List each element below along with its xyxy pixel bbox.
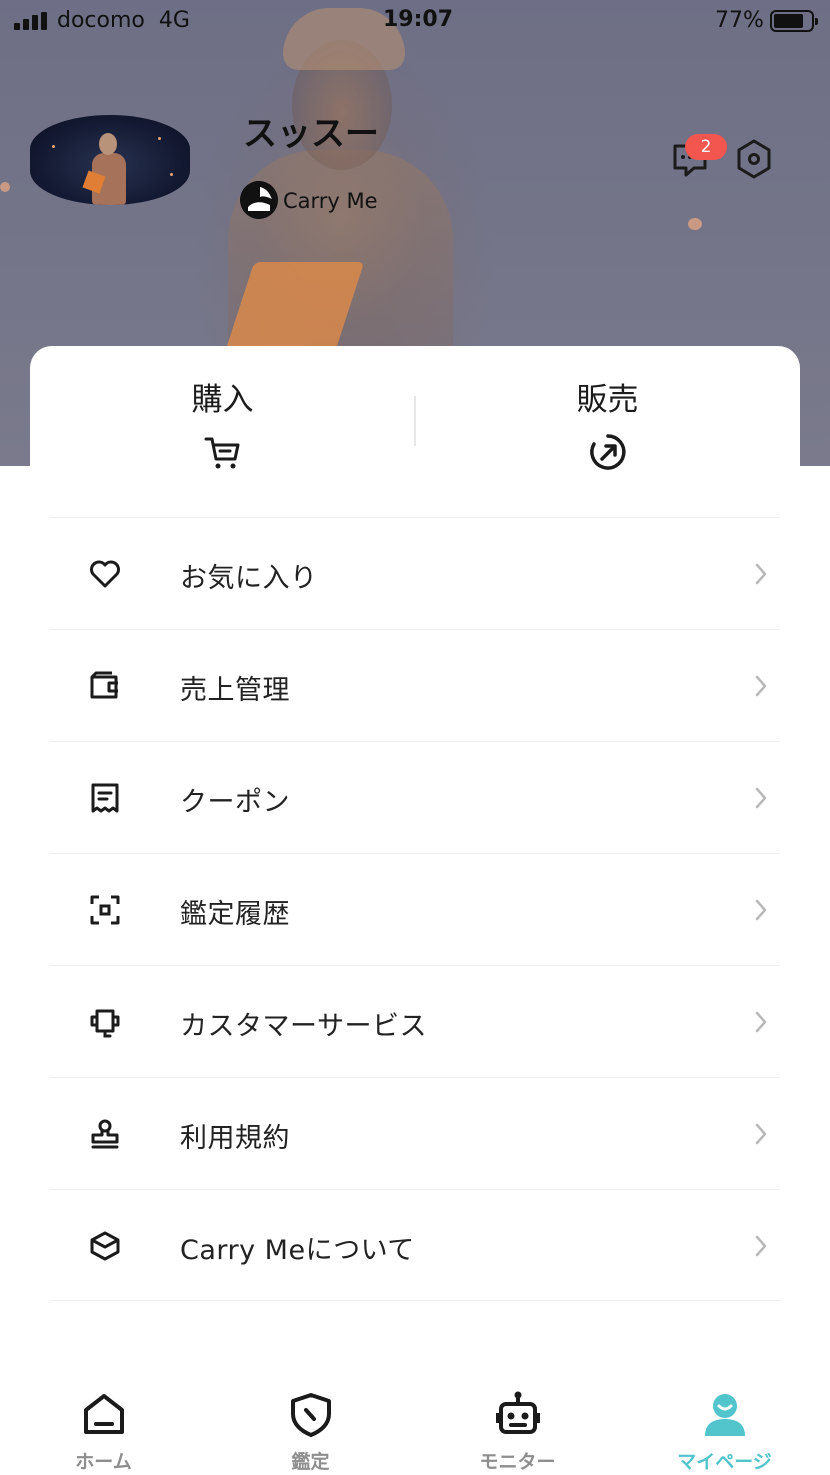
- tab-monitor[interactable]: モニター: [414, 1375, 621, 1475]
- wallet-icon: [88, 669, 122, 703]
- tab-label: モニター: [479, 1451, 556, 1473]
- tab-home[interactable]: ホーム: [0, 1375, 207, 1475]
- menu-item-customer-service[interactable]: カスタマーサービス: [50, 965, 780, 1077]
- menu-item-appraisal-history[interactable]: 鑑定履歴: [50, 853, 780, 965]
- chevron-right-icon: [753, 786, 769, 810]
- chevron-right-icon: [753, 562, 769, 586]
- sell-button[interactable]: 販売: [415, 346, 800, 496]
- sell-label: 販売: [576, 382, 639, 418]
- chevron-right-icon: [753, 1010, 769, 1034]
- menu-item-label: 鑑定履歴: [180, 899, 290, 930]
- status-bar: docomo 4G 19:07 77%: [0, 0, 830, 42]
- buy-label: 購入: [191, 382, 254, 418]
- buy-button[interactable]: 購入: [30, 346, 415, 496]
- username: スッスー: [243, 114, 379, 154]
- app-name: Carry Me: [283, 189, 378, 213]
- menu-item-favorites[interactable]: お気に入り: [50, 517, 780, 629]
- receipt-icon: [88, 781, 122, 815]
- scan-icon: [88, 893, 122, 927]
- carry-me-logo-icon: [240, 181, 278, 219]
- tab-label: 鑑定: [291, 1451, 330, 1473]
- tab-appraisal[interactable]: 鑑定: [207, 1375, 414, 1475]
- cart-icon: [203, 432, 243, 472]
- signal-icon: [14, 12, 50, 30]
- carrier-label: docomo 4G: [57, 8, 190, 33]
- menu-item-label: カスタマーサービス: [180, 1011, 427, 1042]
- tab-label: ホーム: [75, 1451, 132, 1473]
- robot-icon: [494, 1390, 542, 1438]
- avatar[interactable]: [30, 115, 190, 205]
- sell-arrow-icon: [588, 432, 628, 472]
- home-icon: [80, 1390, 128, 1438]
- battery-percent: 77%: [715, 8, 764, 33]
- headset-icon: [88, 1005, 122, 1039]
- menu-item-about[interactable]: Carry Meについて: [50, 1189, 780, 1301]
- menu-item-sales-management[interactable]: 売上管理: [50, 629, 780, 741]
- chevron-right-icon: [753, 674, 769, 698]
- bottom-nav: ホーム 鑑定 モニター マイページ: [0, 1375, 830, 1475]
- user-icon: [701, 1390, 749, 1438]
- chevron-right-icon: [753, 1122, 769, 1146]
- menu-item-label: 利用規約: [180, 1123, 290, 1154]
- shield-icon: [287, 1390, 335, 1438]
- box-icon: [88, 1229, 122, 1263]
- chevron-right-icon: [753, 1234, 769, 1258]
- menu-item-terms[interactable]: 利用規約: [50, 1077, 780, 1189]
- battery-icon: [770, 10, 818, 32]
- chevron-right-icon: [753, 898, 769, 922]
- menu-item-label: Carry Meについて: [180, 1235, 415, 1266]
- clock: 19:07: [383, 7, 454, 32]
- hexagon-settings-icon[interactable]: [734, 138, 774, 180]
- menu-item-label: 売上管理: [180, 675, 290, 706]
- tab-mypage[interactable]: マイページ: [621, 1375, 828, 1475]
- trade-card: 購入 販売: [30, 346, 800, 496]
- menu-item-label: クーポン: [180, 787, 290, 818]
- menu-item-coupon[interactable]: クーポン: [50, 741, 780, 853]
- message-count-badge: 2: [685, 134, 727, 160]
- tab-label: マイページ: [677, 1451, 772, 1473]
- stamp-icon: [88, 1117, 122, 1151]
- heart-icon: [88, 557, 122, 591]
- menu-list: お気に入り 売上管理 クーポン 鑑定履歴 カスタマーサービス 利用規約 Carr…: [50, 517, 780, 1301]
- menu-item-label: お気に入り: [180, 563, 318, 594]
